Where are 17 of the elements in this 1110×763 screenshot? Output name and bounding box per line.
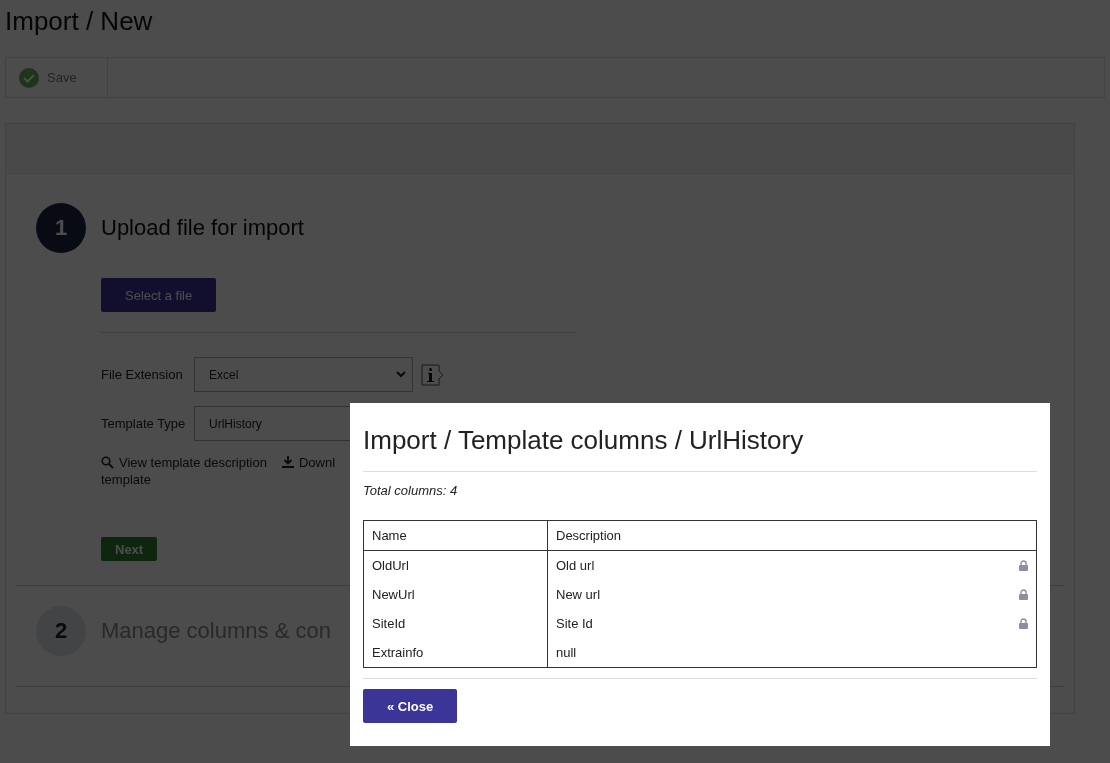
column-header: Name: [363, 520, 548, 551]
table-cell: Old url: [556, 558, 595, 573]
column-header: Description: [547, 520, 1037, 551]
table-cell: Extrainfo: [363, 638, 548, 668]
field-label: File Extension: [101, 367, 184, 382]
field-label: Template Type: [101, 416, 186, 431]
table-cell: OldUrl: [363, 550, 548, 580]
close-button[interactable]: « Close: [363, 689, 458, 723]
table-cell: New url: [556, 587, 601, 602]
table-cell: NewUrl: [363, 580, 548, 609]
page-title: Import / New: [5, 5, 154, 38]
modal-title: Import / Template columns / UrlHistory: [363, 424, 805, 457]
table-cell: Site Id: [556, 616, 593, 631]
table-cell: null: [556, 645, 577, 660]
total-columns-text: Total columns: 4: [363, 483, 459, 498]
step-title: Upload file for import: [101, 215, 304, 241]
table-cell: SiteId: [363, 609, 548, 638]
